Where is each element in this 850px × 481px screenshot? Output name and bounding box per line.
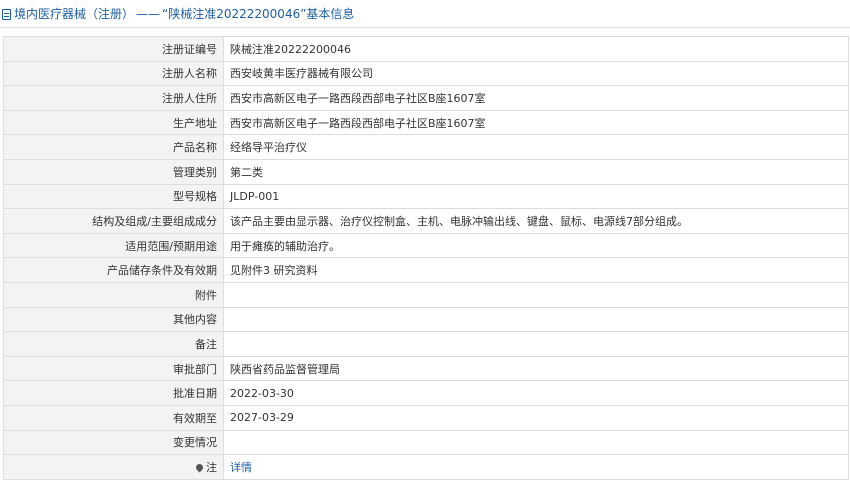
table-row: 注册人住所 西安市高新区电子一路西段西部电子社区B座1607室: [3, 85, 849, 111]
row-value: 西安市高新区电子一路西段西部电子社区B座1607室: [223, 85, 849, 111]
row-value: 用于瘫痪的辅助治疗。: [223, 232, 849, 259]
row-value: [223, 306, 849, 333]
note-label: 注: [206, 460, 217, 474]
table-row: 管理类别 第二类: [3, 158, 849, 185]
row-value: [223, 281, 849, 308]
table-row: 有效期至 2027-03-29: [3, 404, 849, 431]
document-icon: [2, 9, 11, 20]
row-value: [223, 331, 849, 357]
row-label: 管理类别: [3, 158, 224, 185]
table-row: 批准日期 2022-03-30: [3, 380, 849, 406]
row-value: 西安岐黄丰医疗器械有限公司: [223, 60, 849, 87]
header-dash: ——: [136, 7, 161, 21]
row-value: 第二类: [223, 158, 849, 185]
row-label: 有效期至: [3, 404, 224, 431]
row-label: 注册证编号: [3, 36, 224, 62]
row-label: 注册人名称: [3, 60, 224, 87]
row-value: 2022-03-30: [223, 380, 849, 406]
row-label: 产品储存条件及有效期: [3, 257, 224, 283]
table-row: 注册证编号 陕械注准20222200046: [3, 36, 849, 62]
detail-link[interactable]: 详情: [230, 461, 252, 474]
row-label: 批准日期: [3, 380, 224, 406]
row-label: 变更情况: [3, 429, 224, 456]
table-row: 变更情况: [3, 429, 849, 456]
table-row: 生产地址 西安市高新区电子一路西段西部电子社区B座1607室: [3, 109, 849, 136]
row-value: 见附件3 研究资料: [223, 257, 849, 283]
note-value-cell: 详情: [223, 454, 849, 480]
header-title: “陕械注准20222200046”基本信息: [162, 7, 355, 21]
row-label: 生产地址: [3, 109, 224, 136]
table-row: 产品储存条件及有效期 见附件3 研究资料: [3, 257, 849, 283]
row-label: 附件: [3, 281, 224, 308]
table-row: 产品名称 经络导平治疗仪: [3, 134, 849, 160]
info-table: 注册证编号 陕械注准20222200046 注册人名称 西安岐黄丰医疗器械有限公司 …: [3, 36, 849, 480]
page-header: 境内医疗器械（注册） —— “陕械注准20222200046”基本信息: [0, 0, 850, 28]
row-label: 其他内容: [3, 306, 224, 333]
table-row: 备注: [3, 331, 849, 357]
row-value: 陕西省药品监督管理局: [223, 355, 849, 382]
row-label: 备注: [3, 331, 224, 357]
table-row: 注册人名称 西安岐黄丰医疗器械有限公司: [3, 60, 849, 87]
row-value: JLDP-001: [223, 183, 849, 210]
table-row: 附件: [3, 281, 849, 308]
row-label: 结构及组成/主要组成成分: [3, 208, 224, 234]
row-value: 2027-03-29: [223, 404, 849, 431]
header-section: 境内医疗器械（注册）: [14, 7, 135, 21]
row-value: 经络导平治疗仪: [223, 134, 849, 160]
row-label: 审批部门: [3, 355, 224, 382]
row-value: 西安市高新区电子一路西段西部电子社区B座1607室: [223, 109, 849, 136]
table-row: 型号规格 JLDP-001: [3, 183, 849, 210]
note-row: 注 详情: [3, 454, 849, 480]
row-label: 产品名称: [3, 134, 224, 160]
table-row: 审批部门 陕西省药品监督管理局: [3, 355, 849, 382]
row-label: 注册人住所: [3, 85, 224, 111]
row-value: 陕械注准20222200046: [223, 36, 849, 62]
row-value: 该产品主要由显示器、治疗仪控制盒、主机、电脉冲输出线、键盘、鼠标、电源线7部分组…: [223, 208, 849, 234]
location-pin-icon: [194, 462, 205, 473]
row-label: 适用范围/预期用途: [3, 232, 224, 259]
table-row: 结构及组成/主要组成成分 该产品主要由显示器、治疗仪控制盒、主机、电脉冲输出线、键…: [3, 208, 849, 234]
note-label-cell: 注: [3, 454, 224, 480]
table-row: 其他内容: [3, 306, 849, 333]
row-label: 型号规格: [3, 183, 224, 210]
row-value: [223, 429, 849, 456]
table-row: 适用范围/预期用途 用于瘫痪的辅助治疗。: [3, 232, 849, 259]
